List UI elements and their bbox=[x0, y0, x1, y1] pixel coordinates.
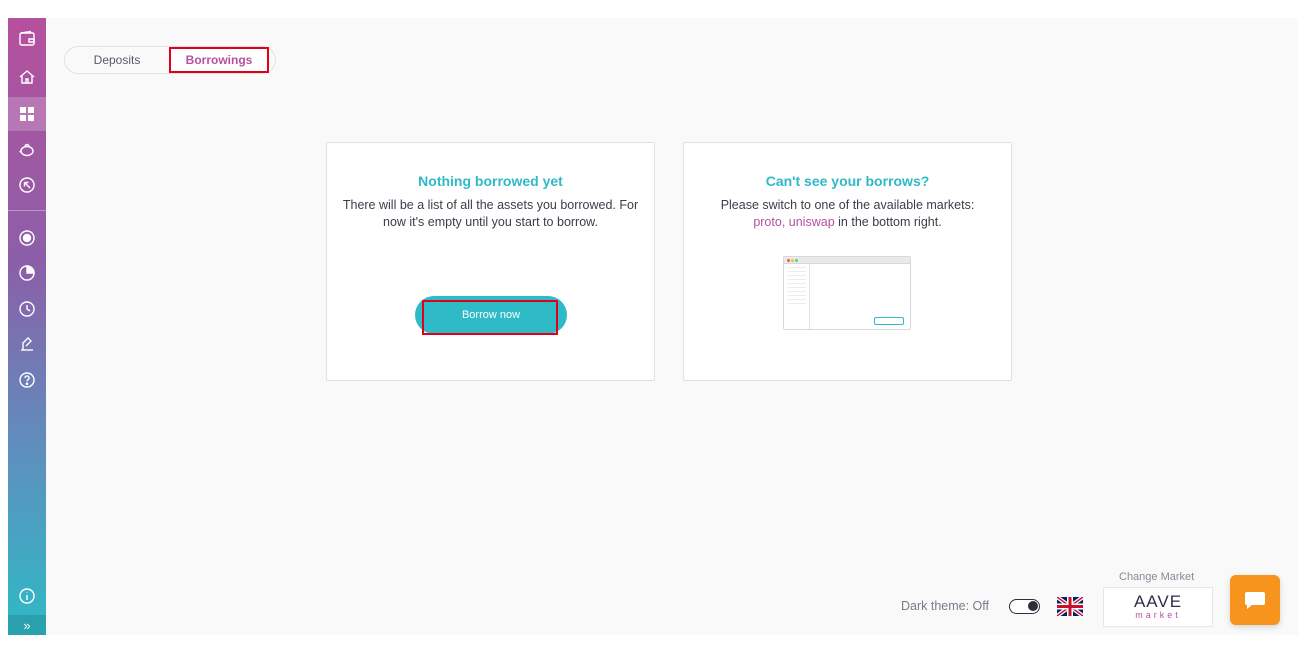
borrow-icon[interactable] bbox=[8, 168, 46, 202]
aave-logo: AAVE bbox=[1133, 592, 1183, 611]
market-link-proto[interactable]: proto bbox=[753, 215, 782, 229]
markets-chart-icon[interactable] bbox=[8, 256, 46, 290]
tab-deposits[interactable]: Deposits bbox=[65, 47, 169, 73]
no-borrows-title: Nothing borrowed yet bbox=[418, 173, 563, 189]
switch-market-text-before: Please switch to one of the available ma… bbox=[720, 198, 975, 212]
switch-market-text-after: in the bottom right. bbox=[838, 215, 942, 229]
highlight-box bbox=[422, 300, 558, 335]
sidebar: » bbox=[8, 18, 46, 635]
help-icon[interactable] bbox=[8, 363, 46, 397]
switch-market-text: Please switch to one of the available ma… bbox=[695, 197, 1000, 231]
dark-theme-toggle[interactable] bbox=[1009, 599, 1040, 614]
app-frame: » Deposits Borrowings Nothing borrowed y… bbox=[8, 18, 1298, 635]
deposit-icon[interactable] bbox=[8, 133, 46, 167]
market-switch-illustration bbox=[783, 256, 911, 330]
deposits-borrowings-switch: Deposits Borrowings bbox=[64, 46, 276, 74]
aave-logo-sub: market bbox=[1135, 610, 1181, 620]
chat-button[interactable] bbox=[1230, 575, 1280, 625]
chat-icon bbox=[1245, 592, 1265, 609]
change-market-label: Change Market bbox=[1119, 571, 1195, 583]
switch-market-title: Can't see your borrows? bbox=[765, 173, 930, 189]
borrow-now-button[interactable]: Borrow now bbox=[415, 296, 567, 335]
governance-icon[interactable] bbox=[8, 327, 46, 361]
dark-theme-label: Dark theme: Off bbox=[901, 599, 989, 613]
tab-borrowings[interactable]: Borrowings bbox=[169, 47, 269, 73]
home-icon[interactable] bbox=[8, 60, 46, 94]
market-selector[interactable]: AAVE market bbox=[1103, 587, 1213, 627]
market-separator: , bbox=[781, 215, 786, 229]
dashboard-icon[interactable] bbox=[8, 97, 46, 131]
market-link-uniswap[interactable]: uniswap bbox=[789, 215, 835, 229]
switch-market-card: Can't see your borrows? Please switch to… bbox=[683, 142, 1012, 381]
no-borrows-text: There will be a list of all the assets y… bbox=[342, 198, 639, 229]
uk-flag-icon[interactable] bbox=[1055, 595, 1085, 618]
sidebar-divider bbox=[8, 210, 46, 211]
sidebar-expand-button[interactable]: » bbox=[8, 615, 46, 635]
wallet-icon[interactable] bbox=[8, 22, 46, 56]
no-borrows-card: Nothing borrowed yet There will be a lis… bbox=[326, 142, 655, 381]
info-icon[interactable] bbox=[8, 579, 46, 613]
history-icon[interactable] bbox=[8, 292, 46, 326]
reserve-overview-icon[interactable] bbox=[8, 221, 46, 255]
